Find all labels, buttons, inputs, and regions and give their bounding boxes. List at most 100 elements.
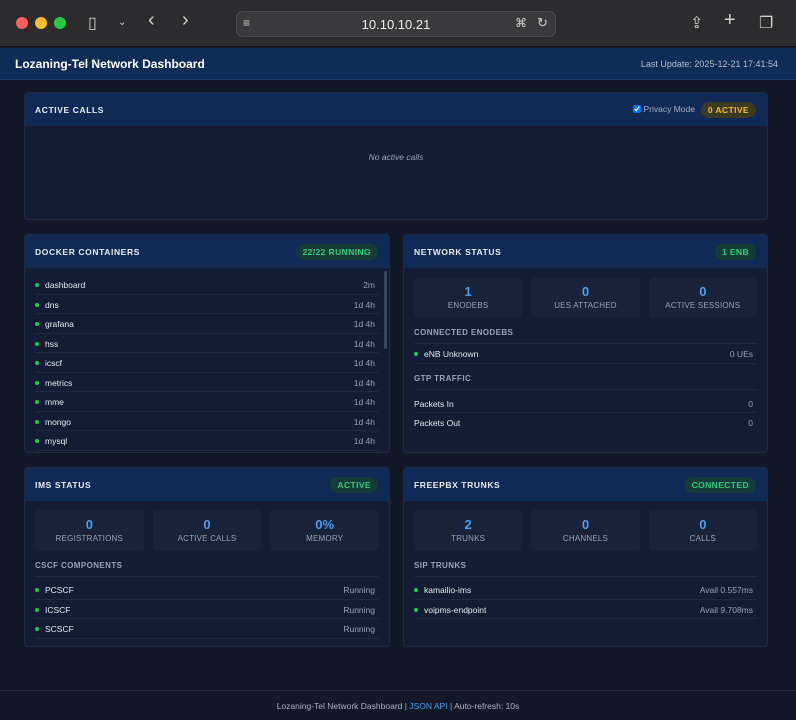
status-dot-icon [35,361,39,365]
section-heading: SIP TRUNKS [414,561,757,577]
stat-label: CALLS [689,534,716,543]
item-value: 1d 4h [353,436,375,446]
container-row: icscf 1d 4h [35,353,379,373]
last-update: Last Update: 2025-12-21 17:41:54 [640,59,778,69]
stat-value: 2 [464,517,472,532]
stat-label: TRUNKS [451,534,486,543]
privacy-mode-toggle[interactable]: Privacy Mode [633,104,695,114]
status-badge: 1 ENB [714,244,756,260]
status-badge: 0 ACTIVE [700,102,756,118]
item-name: metrics [45,377,73,388]
item-value: 1d 4h [353,358,375,368]
new-tab-icon[interactable]: + [724,9,736,32]
item-name: voipms-endpoint [424,604,487,615]
sip-trunk-row: voipms-endpoint Avail 9.708ms [414,600,757,619]
footer-text: Lozaning-Tel Network Dashboard | [276,701,407,711]
item-value: 1d 4h [353,299,375,310]
item-value: 1d 4h [353,416,375,427]
panel-title: ACTIVE CALLS [35,105,105,115]
stat-channels: 0 CHANNELS [531,510,640,551]
stat-trunks: 2 TRUNKS [414,510,523,551]
enodeb-ues: 0 UEs [729,349,753,359]
stat-ues-attached: 0 UES ATTACHED [531,277,640,318]
item-name: dashboard [45,280,86,290]
privacy-mode-checkbox[interactable] [633,105,642,113]
docker-containers-panel: DOCKER CONTAINERS 22/22 RUNNING dashboar… [24,234,390,453]
dashboard-header: Lozaning-Tel Network Dashboard Last Upda… [0,48,796,80]
status-dot-icon [35,341,39,346]
container-row: mongo 1d 4h [35,412,379,431]
panel-title: FREEPBX TRUNKS [414,480,501,490]
scrollbar[interactable] [384,271,387,349]
reload-icon[interactable]: ↻ [537,15,548,31]
sip-trunk-row: kamailio-ims Avail 0.557ms [414,580,757,600]
status-dot-icon [414,607,418,612]
stat-calls: 0 CALLS [648,510,757,551]
cscf-row: ICSCF Running [35,600,379,619]
chevron-down-icon[interactable]: ⌄ [118,17,126,28]
item-name: kamailio-ims [424,585,472,595]
item-name: grafana [45,319,74,329]
status-dot-icon [414,588,418,592]
gtp-label: Packets Out [414,418,461,428]
status-dot-icon [35,380,39,385]
json-api-link[interactable]: JSON API [409,701,447,711]
stat-label: ENODEBS [447,301,489,310]
sip-trunk-list: kamailio-ims Avail 0.557ms voipms-endpoint… [404,580,767,619]
status-dot-icon [35,607,39,612]
item-value: 1d 4h [353,397,375,407]
freepbx-trunks-panel: FREEPBX TRUNKS CONNECTED 2 TRUNKS 0 CHANNE… [403,467,768,647]
forward-icon[interactable]: › [182,9,189,32]
stat-label: UES ATTACHED [554,301,617,310]
zoom-window-button[interactable] [54,17,66,29]
back-icon[interactable]: ‹ [148,9,155,32]
item-value: 1d 4h [353,377,375,388]
address-bar[interactable]: ≡ 10.10.10.21 ⌘ ↻ [236,11,556,37]
stat-value: 0 [581,517,590,532]
status-dot-icon [35,439,39,443]
gtp-row: Packets In 0 [414,394,757,413]
status-dot-icon [35,627,39,631]
tabs-overview-icon[interactable]: ❐ [759,13,773,33]
sidebar-icon[interactable]: ▯ [88,13,97,33]
container-row: mme 1d 4h [35,392,379,412]
stat-value: 0 [699,517,707,532]
cscf-list: PCSCF Running ICSCF Running SCSCF Running [25,580,389,639]
container-list: dashboard 2m dns 1d 4h grafana 1d 4h hss 1d 4h i… [25,275,389,451]
stat-active-calls: 0 ACTIVE CALLS [152,510,262,551]
item-value: Avail 9.708ms [699,604,753,615]
empty-state: No active calls [368,152,424,162]
item-value: Avail 0.557ms [699,585,753,595]
stat-memory: 0% MEMORY [270,510,380,551]
close-window-button[interactable] [16,17,28,29]
stat-value: 0 [581,284,590,299]
item-value: 1d 4h [353,319,375,329]
footer-refresh-text: | Auto-refresh: 10s [449,701,520,711]
stat-active-sessions: 0 ACTIVE SESSIONS [648,277,757,318]
gtp-value: 0 [748,398,753,409]
panel-title: IMS STATUS [35,480,92,490]
stat-registrations: 0 REGISTRATIONS [35,510,144,551]
translate-icon[interactable]: ⌘ [515,16,527,30]
active-calls-panel: ACTIVE CALLS Privacy Mode 0 ACTIVE No ac… [24,92,768,220]
stat-label: ACTIVE CALLS [177,534,237,543]
minimize-window-button[interactable] [35,17,47,29]
enodeb-row: eNB Unknown 0 UEs [414,344,757,364]
container-row: mysql 1d 4h [35,431,379,451]
status-badge: 22/22 RUNNING [295,244,378,260]
status-badge: CONNECTED [684,477,756,493]
stat-value: 0 [85,517,93,532]
status-dot-icon [35,419,39,424]
stat-value: 1 [464,284,472,299]
stat-label: ACTIVE SESSIONS [665,301,741,310]
section-heading: CSCF COMPONENTS [35,561,379,577]
status-dot-icon [35,588,39,592]
panel-title: NETWORK STATUS [414,247,502,257]
item-value: 2m [363,280,375,290]
item-name: mysql [45,436,68,446]
privacy-mode-label: Privacy Mode [643,104,696,114]
share-icon[interactable]: ⇪ [690,13,703,33]
stat-value: 0 [203,517,211,532]
cscf-row: SCSCF Running [35,619,379,639]
item-name: icscf [45,358,62,368]
